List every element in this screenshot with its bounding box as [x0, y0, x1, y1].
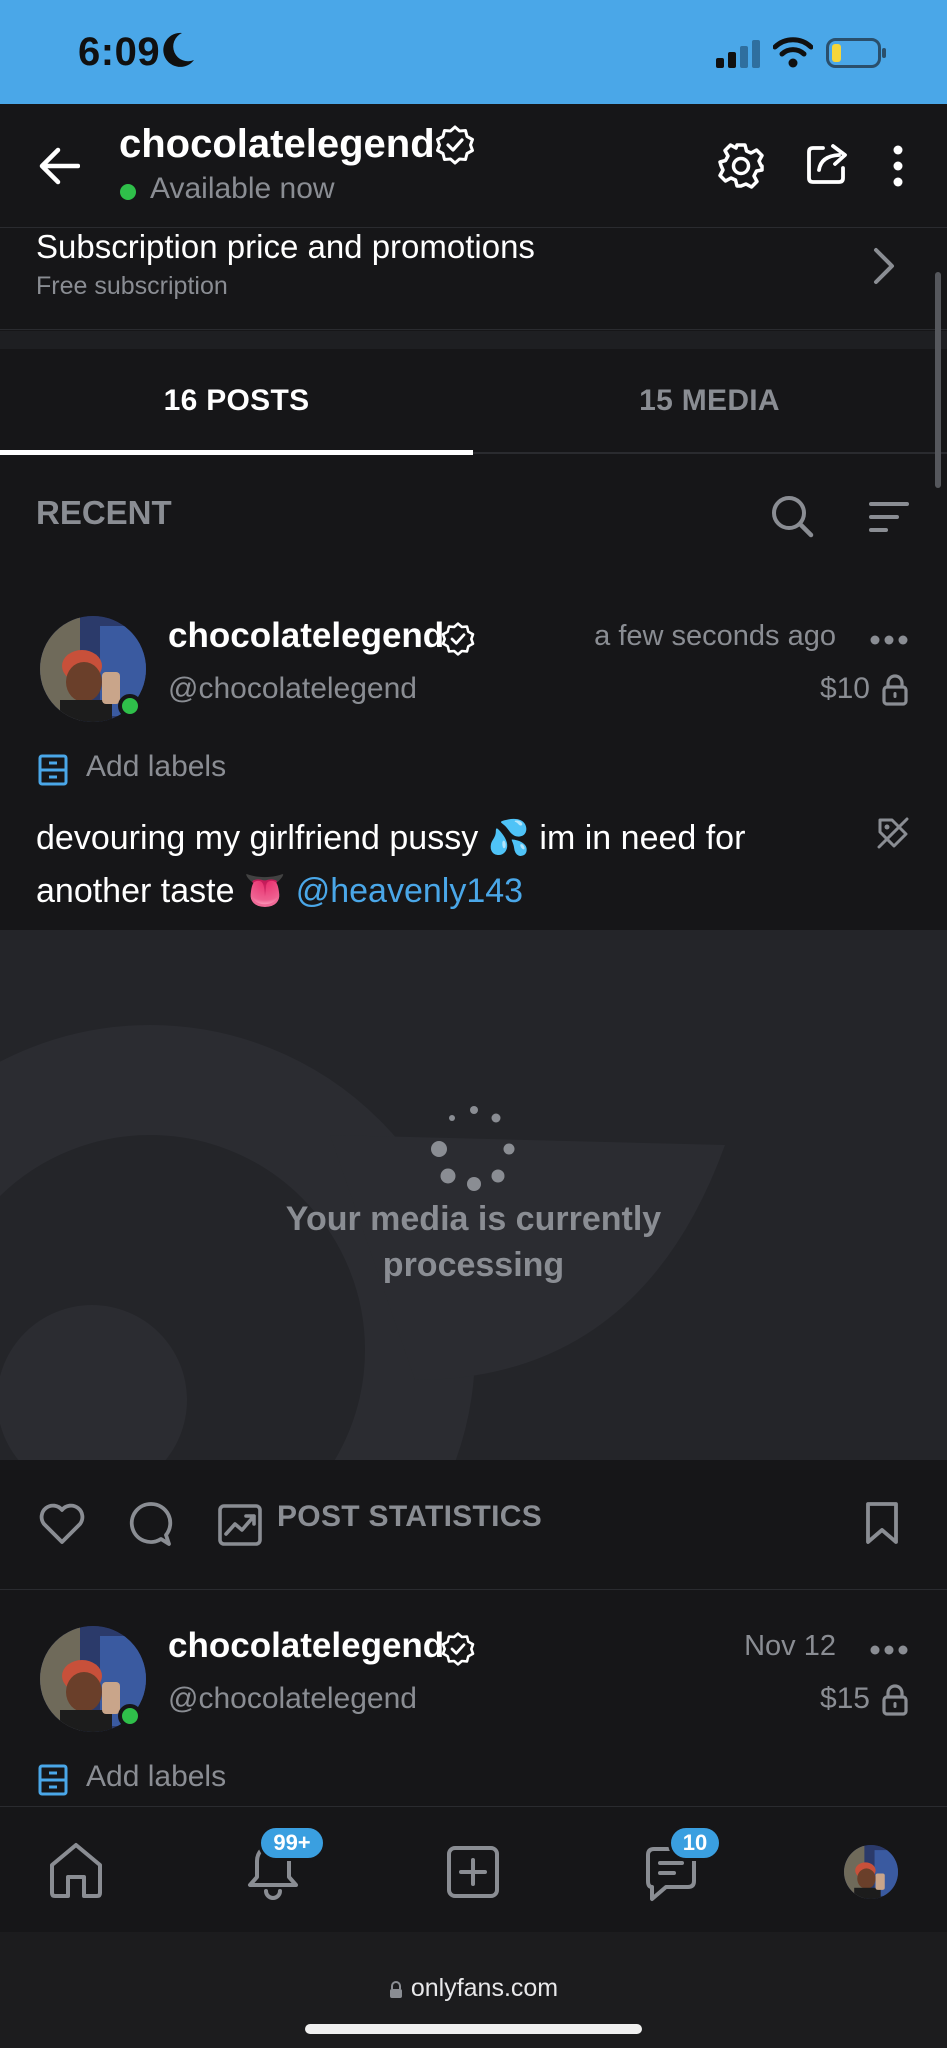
notifications-badge: 99+ [258, 1825, 326, 1861]
wifi-icon [773, 37, 813, 68]
post-actions-bar: POST STATISTICS [0, 1460, 947, 1590]
lock-icon [882, 1684, 908, 1716]
subscription-title: Subscription price and promotions [36, 228, 535, 265]
section-divider [0, 331, 947, 349]
moon-icon [163, 32, 194, 67]
no-tag-icon[interactable] [876, 816, 910, 850]
sort-icon[interactable] [868, 500, 910, 534]
sort-label: RECENT [36, 494, 172, 531]
post-price: $10 [819, 672, 870, 705]
post-timestamp: a few seconds ago [594, 620, 836, 652]
subscription-row[interactable]: Subscription price and promotions Free s… [0, 228, 947, 330]
subscription-value: Free subscription [36, 272, 228, 300]
post-timestamp: Nov 12 [744, 1630, 836, 1662]
settings-gear-icon[interactable] [717, 142, 765, 190]
statistics-chart-icon[interactable] [218, 1504, 262, 1546]
bookmark-icon[interactable] [864, 1500, 900, 1546]
post-author-handle[interactable]: @chocolatelegend [168, 1682, 417, 1716]
verified-icon [436, 125, 474, 165]
post-price: $15 [819, 1682, 870, 1715]
author-online-indicator [118, 1704, 142, 1728]
post-statistics-button[interactable]: POST STATISTICS [277, 1500, 542, 1534]
messages-badge: 10 [668, 1825, 722, 1861]
status-bar: 6:09 [0, 0, 947, 104]
url-display[interactable]: onlyfans.com [0, 1974, 947, 2003]
verified-icon [441, 622, 475, 656]
watermark-logo [0, 1025, 725, 1460]
bottom-navigation: 99+ 10 [0, 1806, 947, 1932]
profile-header: chocolatelegend Available now [0, 104, 947, 228]
browser-url-bar[interactable]: onlyfans.com [0, 1932, 947, 2048]
battery-icon [826, 38, 886, 68]
profile-avatar-tab[interactable] [844, 1845, 898, 1899]
padlock-icon [389, 1981, 403, 1998]
back-arrow-icon[interactable] [38, 146, 80, 186]
comment-bubble-icon[interactable] [128, 1500, 174, 1548]
processing-line-2: processing [382, 1246, 565, 1284]
active-tab-indicator [0, 450, 473, 455]
tab-posts[interactable]: 16 POSTS [0, 349, 473, 452]
verified-icon [441, 1632, 475, 1666]
post-author-name[interactable]: chocolatelegend [168, 616, 444, 656]
header-username: chocolatelegend [119, 122, 435, 166]
availability-status: Available now [150, 172, 335, 205]
search-icon[interactable] [770, 494, 814, 538]
home-icon[interactable] [46, 1841, 106, 1899]
post-author-name[interactable]: chocolatelegend [168, 1626, 444, 1666]
labels-icon[interactable] [38, 1764, 68, 1796]
post-more-icon[interactable] [870, 634, 908, 646]
mention-link[interactable]: @heavenly143 [296, 872, 523, 910]
processing-line-1: Your media is currently [285, 1200, 662, 1238]
home-indicator[interactable] [305, 2024, 642, 2034]
labels-icon[interactable] [38, 754, 68, 786]
add-labels-link[interactable]: Add labels [86, 1760, 226, 1794]
cellular-signal-icon [716, 40, 760, 68]
post-author-handle[interactable]: @chocolatelegend [168, 672, 417, 706]
author-online-indicator [118, 694, 142, 718]
share-icon[interactable] [805, 140, 851, 186]
post-more-icon[interactable] [870, 1644, 908, 1656]
tab-media[interactable]: 15 MEDIA [473, 349, 946, 452]
loading-spinner-icon [431, 1106, 515, 1191]
processing-message: Your media is currently processing [0, 1196, 947, 1288]
like-heart-icon[interactable] [38, 1502, 86, 1546]
status-time: 6:09 [78, 30, 161, 74]
url-text: onlyfans.com [410, 1974, 559, 2002]
chevron-right-icon [874, 248, 894, 284]
media-processing-placeholder [0, 930, 947, 1460]
add-labels-link[interactable]: Add labels [86, 750, 226, 784]
more-vertical-icon[interactable] [890, 144, 906, 188]
scrollbar[interactable] [935, 272, 941, 488]
lock-icon [882, 674, 908, 706]
add-post-icon[interactable] [446, 1845, 500, 1899]
online-indicator [120, 184, 136, 200]
content-tabs: 16 POSTS 15 MEDIA [0, 349, 947, 454]
post-text: devouring my girlfriend pussy 💦 im in ne… [36, 812, 856, 918]
